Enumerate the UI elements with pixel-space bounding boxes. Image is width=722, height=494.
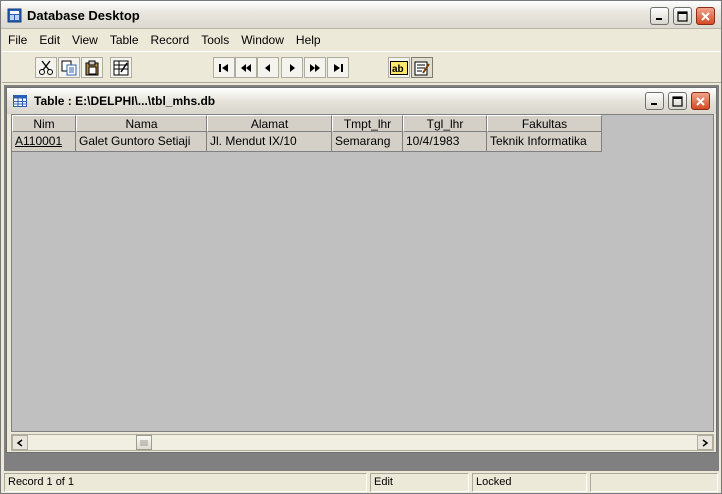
prior-set-icon [241,63,251,72]
close-icon [696,96,705,106]
first-record-button[interactable] [213,57,235,78]
column-header-fakultas[interactable]: Fakultas [487,115,602,132]
cell-fakultas[interactable]: Teknik Informatika [487,132,602,152]
menu-view[interactable]: View [66,30,104,50]
next-set-icon [310,63,320,72]
maximize-icon [672,95,683,107]
chevron-left-icon [16,438,23,447]
next-record-button[interactable] [281,57,303,78]
menu-edit[interactable]: Edit [33,30,66,50]
scroll-left-button[interactable] [12,435,28,450]
edit-data-button[interactable] [411,57,433,78]
table-row[interactable]: A110001 Galet Guntoro Setiaji Jl. Mendut… [12,132,602,152]
menu-file[interactable]: File [2,30,33,50]
prior-record-button[interactable] [257,57,279,78]
scroll-right-button[interactable] [697,435,713,450]
status-bar: Record 1 of 1 Edit Locked [2,472,721,493]
field-view-button[interactable]: ab [388,57,410,78]
menu-tools[interactable]: Tools [195,30,235,50]
edit-data-icon [414,61,430,75]
cell-alamat[interactable]: Jl. Mendut IX/10 [207,132,332,152]
last-record-button[interactable] [327,57,349,78]
prior-record-icon [265,63,270,72]
last-record-icon [334,63,343,72]
grip-icon [140,439,148,446]
view-data-icon [113,60,129,75]
close-icon [701,11,710,21]
menu-table[interactable]: Table [104,30,145,50]
next-record-icon [290,63,295,72]
horizontal-scrollbar[interactable] [11,434,714,451]
data-grid[interactable]: Nim Nama Alamat Tmpt_lhr Tgl_lhr Fakulta… [11,114,714,432]
app-titlebar[interactable]: Database Desktop [1,1,721,29]
status-mode: Edit [370,473,469,492]
status-record: Record 1 of 1 [4,473,367,492]
table-icon [13,95,27,107]
svg-text:ab: ab [392,64,404,75]
cell-nim[interactable]: A110001 [12,132,76,152]
cell-tgl-lhr[interactable]: 10/4/1983 [403,132,487,152]
cell-tmpt-lhr[interactable]: Semarang [332,132,403,152]
minimize-icon [656,17,662,20]
app-window: Database Desktop File Edit View Table Re… [0,0,722,494]
next-set-button[interactable] [304,57,326,78]
paste-icon [85,60,99,75]
menu-bar: File Edit View Table Record Tools Window… [2,30,721,50]
cut-icon [39,60,53,75]
table-minimize-button[interactable] [645,92,664,110]
field-view-icon: ab [390,60,408,75]
app-title: Database Desktop [27,8,140,23]
column-header-tmpt-lhr[interactable]: Tmpt_lhr [332,115,403,132]
column-header-nim[interactable]: Nim [12,115,76,132]
view-data-button[interactable] [110,57,132,78]
close-button[interactable] [696,7,715,25]
menu-window[interactable]: Window [235,30,290,50]
minimize-button[interactable] [650,7,669,25]
copy-icon [61,60,77,75]
column-header-tgl-lhr[interactable]: Tgl_lhr [403,115,487,132]
copy-button[interactable] [58,57,80,78]
cell-nama[interactable]: Galet Guntoro Setiaji [76,132,207,152]
column-header-alamat[interactable]: Alamat [207,115,332,132]
prior-set-button[interactable] [235,57,257,78]
menu-record[interactable]: Record [145,30,196,50]
table-close-button[interactable] [691,92,710,110]
column-header-nama[interactable]: Nama [76,115,207,132]
table-maximize-button[interactable] [668,92,687,110]
table-window-titlebar[interactable]: Table : E:\DELPHI\...\tbl_mhs.db [7,88,716,114]
paste-button[interactable] [81,57,103,78]
status-lock: Locked [472,473,587,492]
first-record-icon [219,63,228,72]
maximize-button[interactable] [673,7,692,25]
database-desktop-icon [7,8,22,23]
cut-button[interactable] [35,57,57,78]
grid-header: Nim Nama Alamat Tmpt_lhr Tgl_lhr Fakulta… [12,115,602,132]
menu-help[interactable]: Help [290,30,327,50]
table-window-title: Table : E:\DELPHI\...\tbl_mhs.db [34,94,216,108]
minimize-icon [651,102,657,105]
table-window: Table : E:\DELPHI\...\tbl_mhs.db Nim Nam… [6,87,717,453]
toolbar: ab [2,51,721,83]
maximize-icon [677,10,688,22]
scroll-thumb[interactable] [136,435,152,450]
mdi-client-area: Table : E:\DELPHI\...\tbl_mhs.db Nim Nam… [4,85,719,471]
chevron-right-icon [702,438,709,447]
status-extra [590,473,718,492]
